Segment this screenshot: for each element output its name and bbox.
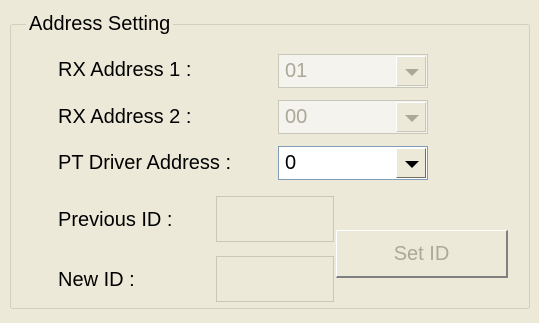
previous-id-label: Previous ID :	[58, 209, 173, 231]
rx-address-1-dropdown-button[interactable]	[396, 56, 426, 86]
rx-address-1-dropdown[interactable]: 01	[278, 54, 428, 88]
pt-driver-address-dropdown[interactable]: 0	[278, 146, 428, 180]
rx-address-2-value: 00	[285, 106, 308, 128]
chevron-down-icon	[405, 115, 419, 122]
new-id-field[interactable]	[216, 256, 334, 302]
rx-address-1-label: RX Address 1 :	[58, 59, 192, 81]
new-id-label: New ID :	[58, 269, 135, 291]
chevron-down-icon	[405, 161, 419, 168]
rx-address-1-value: 01	[285, 60, 308, 82]
chevron-down-icon	[405, 69, 419, 76]
set-id-button[interactable]: Set ID	[336, 230, 508, 278]
group-title: Address Setting	[26, 12, 174, 36]
rx-address-2-label: RX Address 2 :	[58, 106, 192, 128]
pt-driver-address-label: PT Driver Address :	[58, 152, 232, 174]
rx-address-2-dropdown-button[interactable]	[396, 102, 426, 132]
rx-address-2-dropdown[interactable]: 00	[278, 100, 428, 134]
previous-id-field[interactable]	[216, 196, 334, 242]
pt-driver-address-value: 0	[285, 152, 297, 174]
pt-driver-address-dropdown-button[interactable]	[396, 148, 426, 178]
